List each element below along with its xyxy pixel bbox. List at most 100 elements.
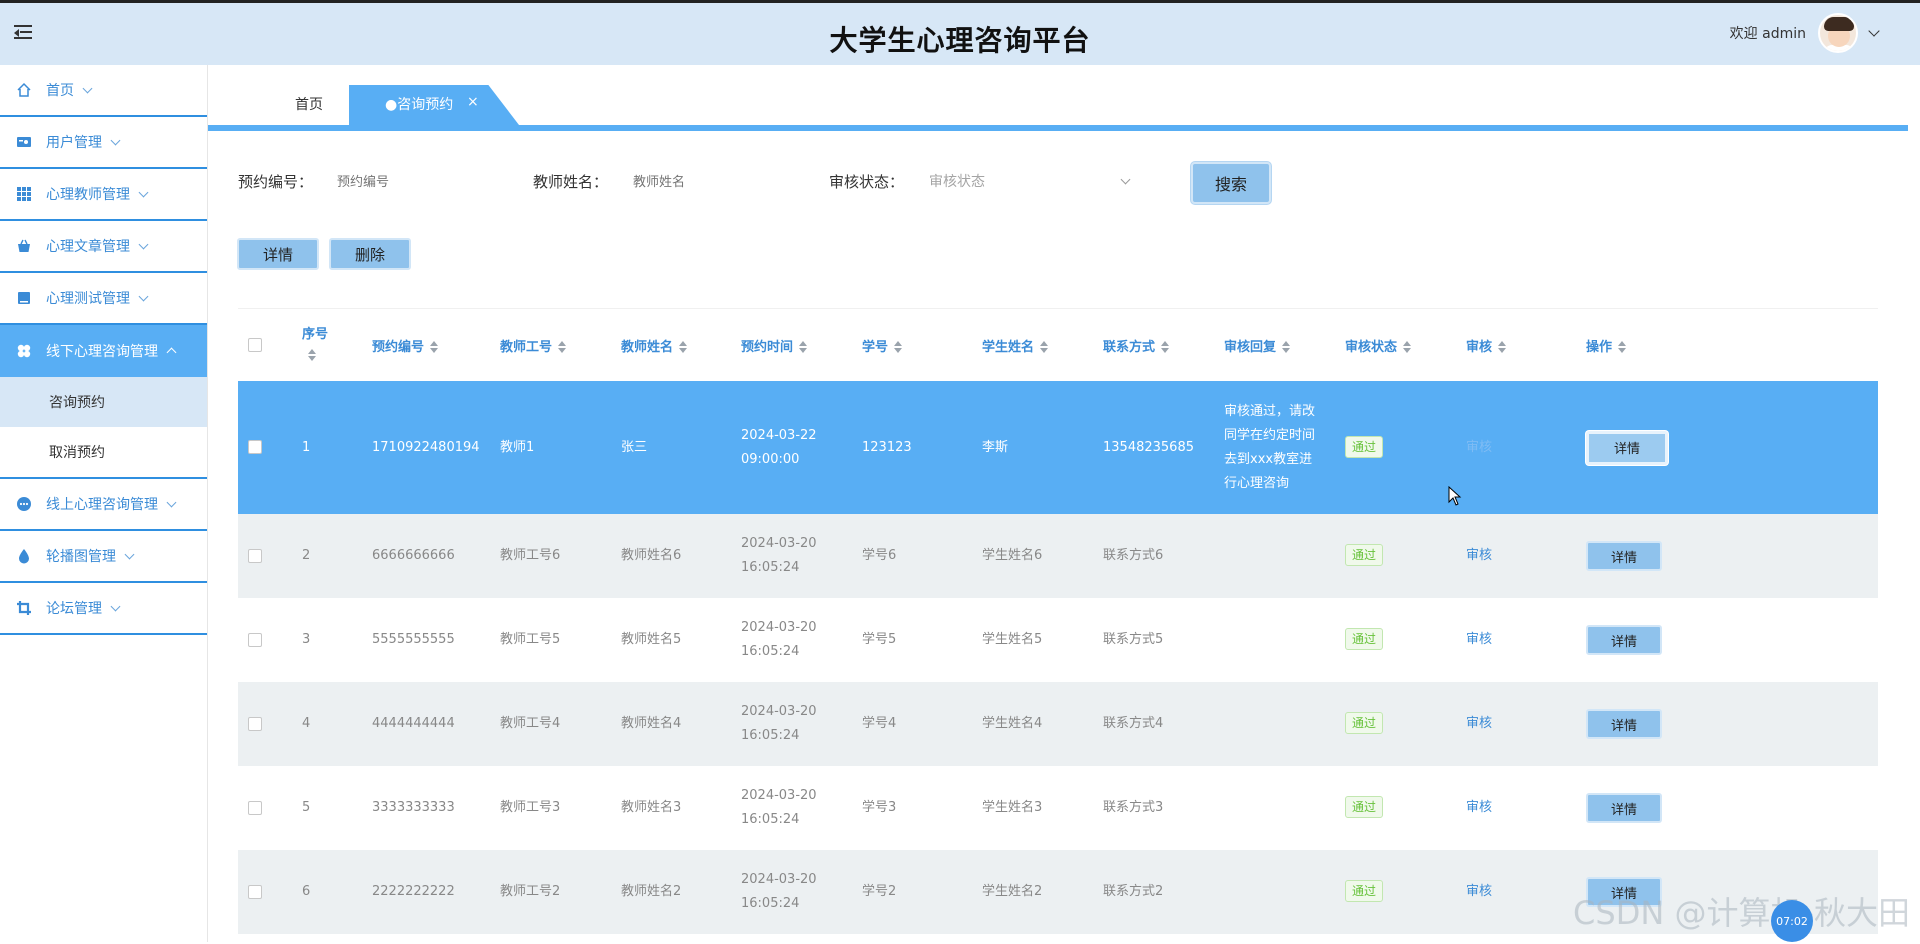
row-checkbox[interactable]	[248, 800, 262, 815]
status-badge: 通过	[1345, 628, 1384, 650]
cell-teacher-name: 教师姓名6	[621, 548, 682, 563]
cell-booking: 5555555555	[372, 632, 455, 647]
search-form: 预约编号： 教师姓名： 审核状态： 审核状态 搜索	[238, 162, 1338, 204]
sidebar-item-online-consult[interactable]: 线上心理咨询管理	[0, 479, 207, 531]
sidebar-item-label: 心理测试管理	[46, 291, 130, 307]
cell-idx: 6	[302, 884, 311, 899]
chevron-down-icon[interactable]	[1868, 25, 1880, 37]
row-checkbox[interactable]	[248, 440, 262, 454]
status-badge: 通过	[1345, 796, 1384, 818]
sort-icon	[1498, 341, 1507, 353]
cell-teacher-no: 教师工号5	[500, 632, 561, 647]
detail-button[interactable]: 详情	[237, 238, 319, 270]
audit-link[interactable]: 审核	[1466, 800, 1492, 815]
sidebar-item-forum[interactable]: 论坛管理	[0, 583, 207, 635]
cell-reply: 审核通过，请改同学在约定时间去到xxx教室进行心理咨询	[1224, 403, 1316, 491]
tabs-bar: 首页 ●咨询预约 ×	[208, 85, 1908, 131]
row-detail-button[interactable]: 详情	[1586, 430, 1668, 465]
cell-reply	[1224, 598, 1345, 682]
audit-link[interactable]: 审核	[1466, 440, 1492, 455]
sidebar-subitem-cancel-booking[interactable]: 取消预约	[0, 427, 207, 477]
column-header[interactable]: 学生姓名	[982, 309, 1103, 381]
cell-time: 2024-03-20 16:05:24	[741, 788, 817, 827]
row-checkbox[interactable]	[248, 548, 262, 563]
sort-icon	[894, 341, 903, 353]
select-all-checkbox[interactable]	[248, 338, 262, 352]
column-header[interactable]: 教师姓名	[621, 309, 741, 381]
floating-badge[interactable]: 07:02	[1771, 900, 1813, 942]
cell-contact: 13548235685	[1103, 439, 1194, 455]
chevron-down-icon	[138, 187, 149, 197]
cell-contact: 联系方式3	[1103, 800, 1164, 815]
sidebar-item-carousel[interactable]: 轮播图管理	[0, 531, 207, 583]
table-row[interactable]: 4 4444444444 教师工号4 教师姓名4 2024-03-20 16:05:24…	[238, 682, 1878, 766]
row-checkbox[interactable]	[248, 632, 262, 647]
sidebar-item-teachers[interactable]: 心理教师管理	[0, 169, 207, 221]
chevron-down-icon	[1120, 174, 1131, 185]
sidebar-item-users[interactable]: 用户管理	[0, 117, 207, 169]
column-header[interactable]: 预约编号	[372, 309, 500, 381]
row-detail-button[interactable]: 详情	[1586, 709, 1662, 739]
cell-time: 2024-03-20 16:05:24	[741, 536, 817, 575]
status-select[interactable]: 审核状态	[929, 166, 1139, 198]
audit-link[interactable]: 审核	[1466, 716, 1492, 731]
cell-idx: 5	[302, 800, 311, 815]
column-header[interactable]: 教师工号	[500, 309, 621, 381]
table-row[interactable]: 1 1710922480194 教师1 张三 2024-03-22 09:00:00 12…	[238, 381, 1878, 514]
home-icon	[16, 82, 32, 98]
sidebar-item-articles[interactable]: 心理文章管理	[0, 221, 207, 273]
teacher-name-input[interactable]	[633, 166, 803, 198]
cell-booking: 3333333333	[372, 800, 455, 815]
chevron-down-icon	[138, 291, 149, 301]
column-header[interactable]: 审核状态	[1345, 309, 1466, 381]
row-detail-button[interactable]: 详情	[1586, 625, 1662, 655]
close-icon[interactable]: ×	[467, 85, 479, 122]
cell-teacher-name: 教师姓名3	[621, 800, 682, 815]
row-checkbox[interactable]	[248, 716, 262, 731]
cell-student-no: 学号3	[862, 800, 897, 815]
chat-dots-icon	[16, 496, 32, 512]
audit-link[interactable]: 审核	[1466, 884, 1492, 899]
status-badge: 通过	[1345, 544, 1384, 566]
watermark: CSDN @计算机-秋大田	[1573, 894, 1910, 932]
tab-label: ●咨询预约	[385, 97, 454, 113]
table-row[interactable]: 3 5555555555 教师工号5 教师姓名5 2024-03-20 16:05:24…	[238, 598, 1878, 682]
sidebar-item-tests[interactable]: 心理测试管理	[0, 273, 207, 325]
row-detail-button[interactable]: 详情	[1586, 541, 1662, 571]
audit-link[interactable]: 审核	[1466, 632, 1492, 647]
tab-home[interactable]: 首页	[264, 85, 354, 125]
cell-student-name: 李斯	[982, 439, 1009, 455]
column-header[interactable]: 审核	[1466, 309, 1586, 381]
sort-icon	[558, 341, 567, 353]
avatar[interactable]	[1818, 13, 1858, 53]
cell-student-name: 学生姓名2	[982, 884, 1043, 899]
delete-button[interactable]: 删除	[329, 238, 411, 270]
column-header[interactable]: 审核回复	[1224, 309, 1345, 381]
sort-icon	[1040, 341, 1049, 353]
row-detail-button[interactable]: 详情	[1586, 793, 1662, 823]
row-checkbox[interactable]	[248, 884, 262, 899]
sidebar-item-label: 线下心理咨询管理	[46, 344, 158, 360]
user-menu[interactable]: 欢迎 admin	[1730, 13, 1880, 53]
sidebar-submenu: 咨询预约 取消预约	[0, 377, 207, 479]
column-header[interactable]: 操作	[1586, 309, 1878, 381]
table-row[interactable]: 2 6666666666 教师工号6 教师姓名6 2024-03-20 16:05:24…	[238, 514, 1878, 598]
sidebar-item-label: 首页	[46, 83, 74, 99]
audit-link[interactable]: 审核	[1466, 548, 1492, 563]
sort-icon	[1403, 341, 1412, 353]
cell-teacher-no: 教师工号4	[500, 716, 561, 731]
table-row[interactable]: 5 3333333333 教师工号3 教师姓名3 2024-03-20 16:05:24…	[238, 766, 1878, 850]
column-header[interactable]: 序号	[302, 309, 372, 381]
sidebar-subitem-booking[interactable]: 咨询预约	[0, 377, 207, 427]
column-header[interactable]: 联系方式	[1103, 309, 1224, 381]
chevron-down-icon	[110, 601, 121, 611]
cell-idx: 3	[302, 632, 311, 647]
tab-booking[interactable]: ●咨询预约 ×	[349, 85, 519, 125]
cell-student-no: 学号6	[862, 548, 897, 563]
sidebar-item-home[interactable]: 首页	[0, 65, 207, 117]
column-header[interactable]: 预约时间	[741, 309, 862, 381]
search-button[interactable]: 搜索	[1191, 162, 1271, 204]
column-header[interactable]: 学号	[862, 309, 982, 381]
sidebar-item-offline-consult[interactable]: 线下心理咨询管理	[0, 325, 207, 377]
booking-no-input[interactable]	[337, 166, 507, 198]
